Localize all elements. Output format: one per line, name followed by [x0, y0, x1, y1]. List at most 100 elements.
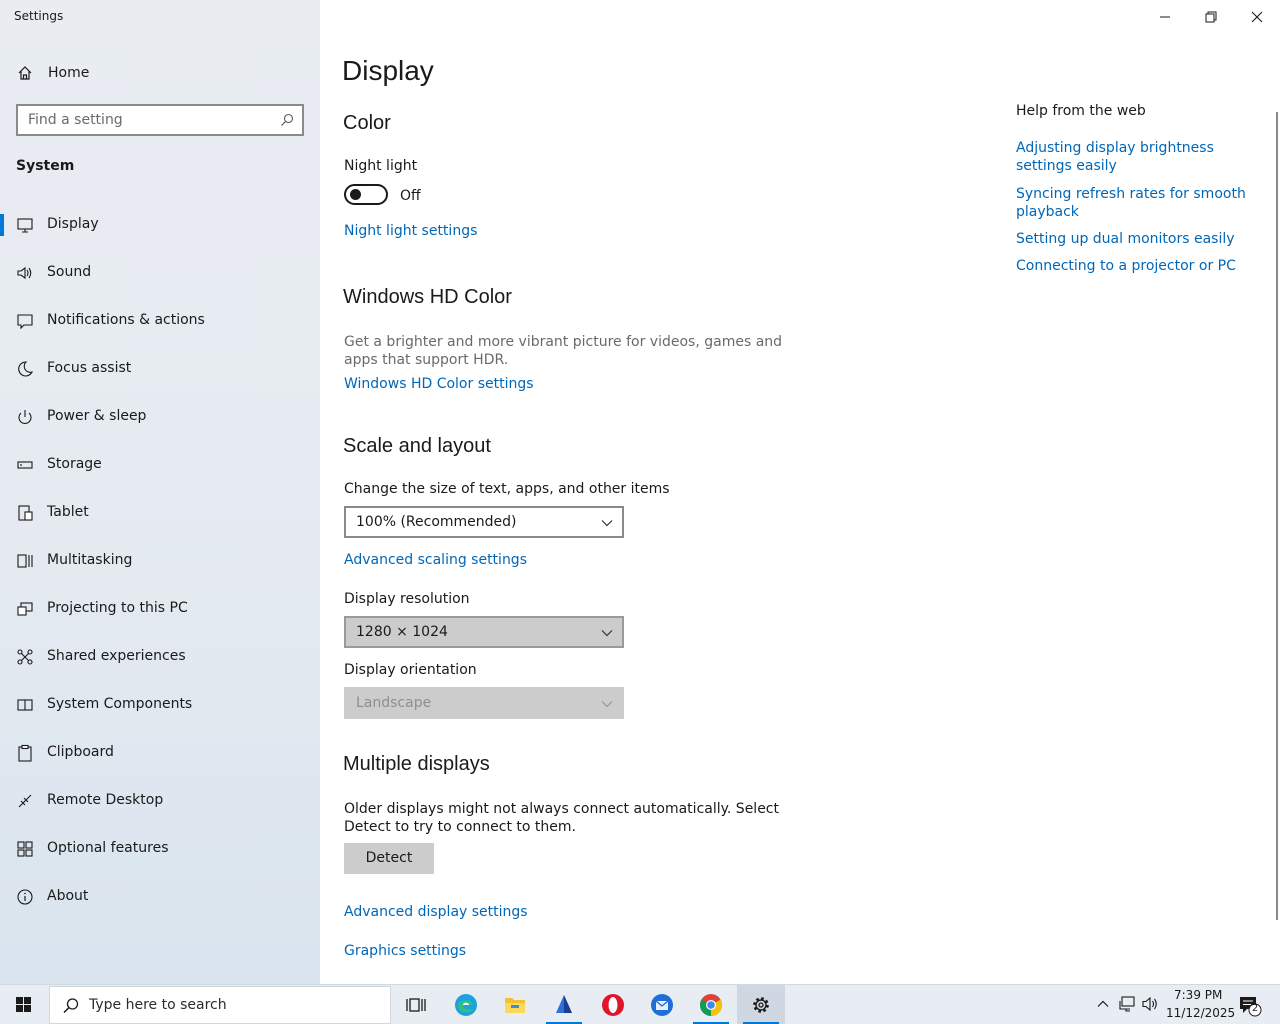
night-light-toggle[interactable] — [344, 184, 388, 205]
multiple-displays-heading: Multiple displays — [343, 753, 490, 775]
help-link[interactable]: Connecting to a projector or PC — [1016, 257, 1266, 275]
chevron-down-icon — [600, 626, 614, 640]
section-label: System — [16, 158, 75, 174]
sidebar-item-focus-assist[interactable]: Focus assist — [0, 349, 320, 389]
sidebar-item-multitasking[interactable]: Multitasking — [0, 541, 320, 581]
thunderbird-button[interactable] — [638, 985, 686, 1024]
minimize-icon — [1160, 16, 1170, 18]
chevron-down-icon — [600, 516, 614, 530]
taskbar-search-placeholder: Type here to search — [89, 997, 227, 1013]
help-link[interactable]: Setting up dual monitors easily — [1016, 230, 1266, 248]
home-label: Home — [48, 65, 90, 81]
windows-logo-icon — [16, 997, 31, 1012]
sidebar-item-label: Display — [47, 216, 99, 232]
sidebar-item-label: About — [47, 888, 89, 904]
help-link[interactable]: Syncing refresh rates for smooth playbac… — [1016, 185, 1266, 221]
sidebar-item-label: Projecting to this PC — [47, 600, 188, 616]
sidebar-item-sound[interactable]: Sound — [0, 253, 320, 293]
sidebar-item-system-components[interactable]: System Components — [0, 685, 320, 725]
restore-button[interactable] — [1200, 6, 1222, 28]
opera-icon — [602, 994, 624, 1016]
taskbar: Type here to search 7:39 PM 11/12/2025 2 — [0, 984, 1280, 1024]
sidebar-item-notifications-actions[interactable]: Notifications & actions — [0, 301, 320, 341]
sidebar-item-label: Multitasking — [47, 552, 133, 568]
minimize-button[interactable] — [1154, 6, 1176, 28]
clipboard-icon — [16, 744, 34, 762]
multitasking-icon — [16, 552, 34, 570]
notification-center-button[interactable]: 2 — [1238, 995, 1264, 1017]
night-light-settings-link[interactable]: Night light settings — [344, 223, 477, 239]
home-nav-item[interactable]: Home — [0, 58, 320, 88]
restore-icon — [1205, 11, 1217, 23]
sidebar-item-label: Remote Desktop — [47, 792, 164, 808]
app-button[interactable] — [540, 985, 588, 1024]
edge-button[interactable] — [442, 985, 490, 1024]
clock-date[interactable]: 11/12/2025 — [1166, 1006, 1235, 1020]
help-link[interactable]: Adjusting display brightness settings ea… — [1016, 139, 1266, 175]
thunderbird-icon — [651, 994, 673, 1016]
power-icon — [16, 408, 34, 426]
sidebar-item-shared-experiences[interactable]: Shared experiences — [0, 637, 320, 677]
advanced-scaling-link[interactable]: Advanced scaling settings — [344, 552, 527, 568]
chevron-down-icon — [600, 697, 614, 711]
sidebar-item-clipboard[interactable]: Clipboard — [0, 733, 320, 773]
search-icon — [62, 997, 80, 1015]
sidebar-item-label: System Components — [47, 696, 193, 712]
taskbar-search-box[interactable]: Type here to search — [49, 986, 391, 1024]
app-title: Settings — [14, 9, 64, 23]
sidebar-item-label: Sound — [47, 264, 92, 280]
detect-button[interactable]: Detect — [344, 843, 434, 874]
edge-icon — [455, 994, 477, 1016]
sidebar-item-power-sleep[interactable]: Power & sleep — [0, 397, 320, 437]
tablet-icon — [16, 504, 34, 522]
notification-icon — [16, 312, 34, 330]
resolution-label: Display resolution — [344, 591, 470, 607]
network-icon[interactable] — [1118, 996, 1136, 1012]
hd-color-description: Get a brighter and more vibrant picture … — [344, 334, 783, 368]
sidebar-item-label: Optional features — [47, 840, 169, 856]
task-view-icon — [406, 998, 426, 1012]
settings-button[interactable] — [737, 985, 785, 1024]
sidebar-item-display[interactable]: Display — [0, 205, 320, 245]
chevron-up-icon[interactable] — [1096, 997, 1110, 1011]
sidebar-item-label: Notifications & actions — [47, 312, 205, 328]
sidebar: Settings Home Find a setting System Disp… — [0, 0, 320, 984]
search-input[interactable]: Find a setting — [16, 104, 304, 136]
search-icon — [280, 113, 294, 127]
sidebar-item-remote-desktop[interactable]: Remote Desktop — [0, 781, 320, 821]
sidebar-item-tablet[interactable]: Tablet — [0, 493, 320, 533]
resolution-dropdown[interactable]: 1280 × 1024 — [344, 616, 624, 648]
help-title: Help from the web — [1016, 103, 1146, 119]
orientation-dropdown[interactable]: Landscape — [344, 687, 624, 719]
hd-color-settings-link[interactable]: Windows HD Color settings — [344, 376, 534, 392]
resolution-value: 1280 × 1024 — [356, 624, 448, 640]
moon-icon — [16, 360, 34, 378]
advanced-display-link[interactable]: Advanced display settings — [344, 904, 528, 920]
projecting-icon — [16, 600, 34, 618]
sidebar-item-label: Power & sleep — [47, 408, 147, 424]
page-title: Display — [342, 55, 434, 86]
opera-button[interactable] — [589, 985, 637, 1024]
sidebar-item-projecting-to-this-pc[interactable]: Projecting to this PC — [0, 589, 320, 629]
sidebar-item-optional-features[interactable]: Optional features — [0, 829, 320, 869]
chrome-button[interactable] — [687, 985, 735, 1024]
start-button[interactable] — [0, 985, 48, 1024]
clock-time[interactable]: 7:39 PM — [1174, 988, 1222, 1002]
sidebar-item-label: Clipboard — [47, 744, 114, 760]
file-explorer-button[interactable] — [491, 985, 539, 1024]
sidebar-item-label: Storage — [47, 456, 102, 472]
scale-dropdown[interactable]: 100% (Recommended) — [344, 506, 624, 538]
sidebar-item-about[interactable]: About — [0, 877, 320, 917]
graphics-settings-link[interactable]: Graphics settings — [344, 943, 466, 959]
scale-value: 100% (Recommended) — [356, 514, 517, 530]
volume-icon[interactable] — [1141, 996, 1159, 1012]
sidebar-item-storage[interactable]: Storage — [0, 445, 320, 485]
shared-icon — [16, 648, 34, 666]
close-button[interactable] — [1246, 6, 1268, 28]
task-view-button[interactable] — [392, 985, 440, 1024]
app-icon — [556, 995, 572, 1013]
search-placeholder: Find a setting — [28, 112, 123, 128]
color-heading: Color — [343, 112, 391, 134]
toggle-knob — [350, 189, 361, 200]
scrollbar[interactable] — [1276, 112, 1278, 920]
